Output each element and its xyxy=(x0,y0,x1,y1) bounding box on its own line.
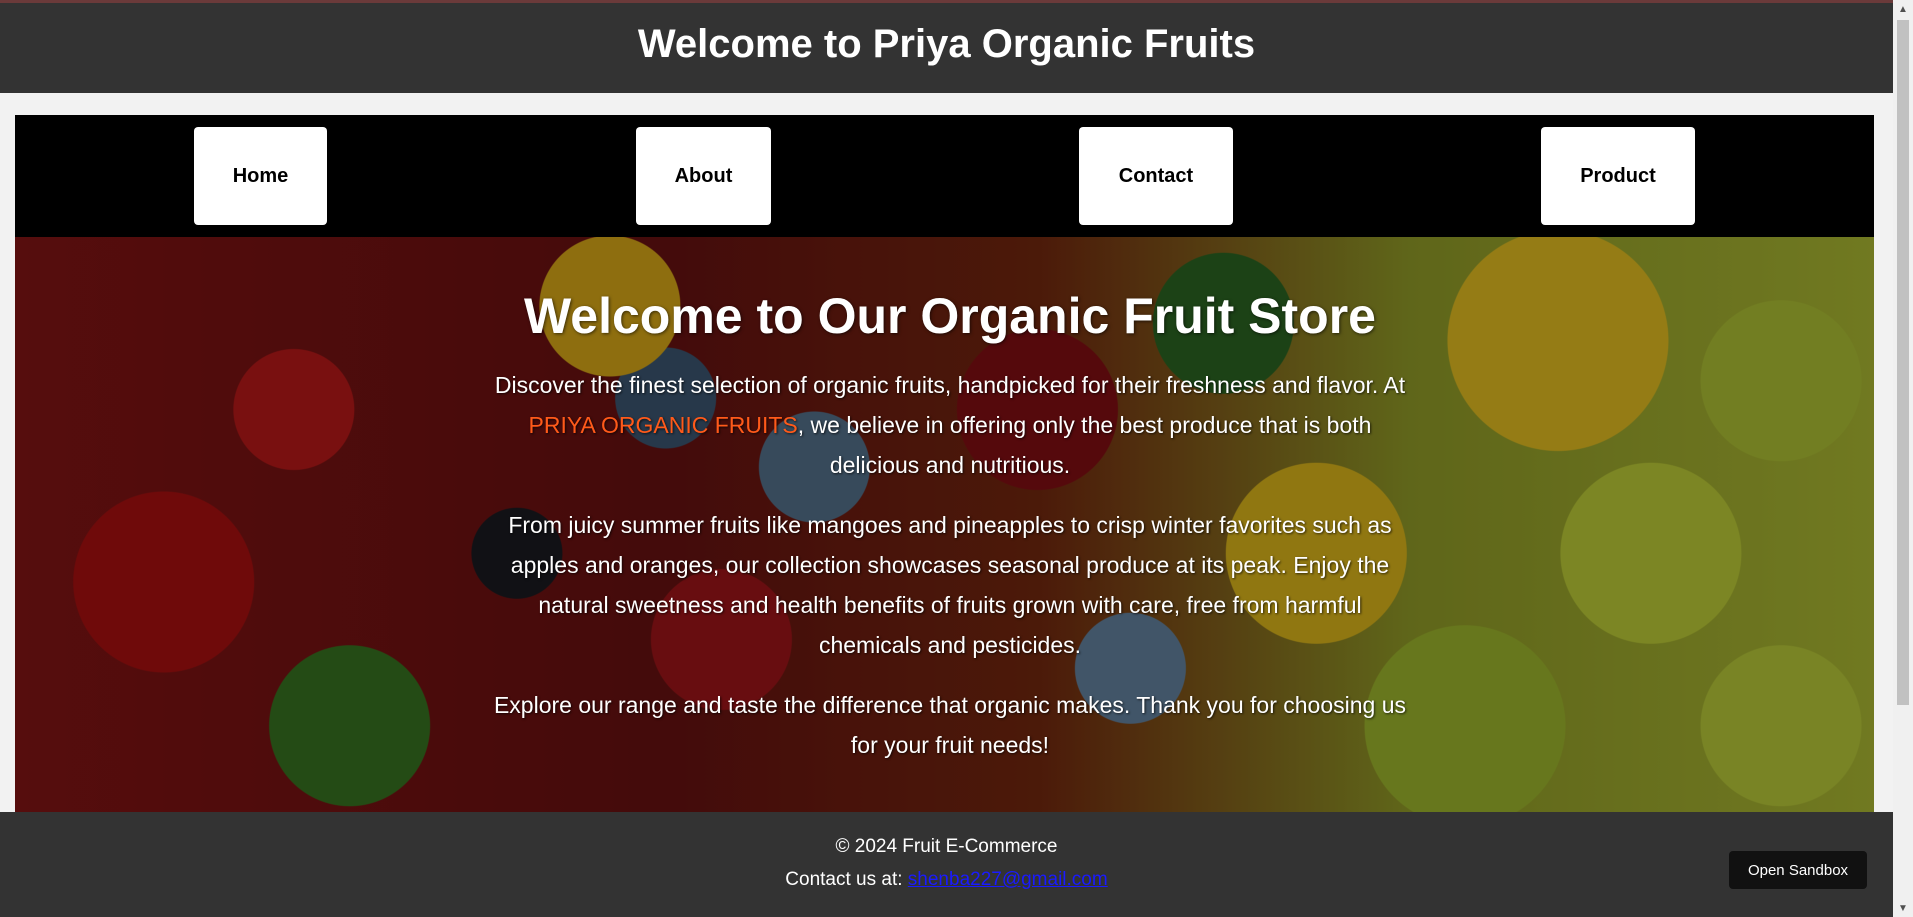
nav-product-button[interactable]: Product xyxy=(1541,127,1695,225)
footer-email-link[interactable]: shenba227@gmail.com xyxy=(908,869,1108,890)
main-container: Home About Contact Product Welcome to Ou… xyxy=(15,115,1874,812)
nav-about-button[interactable]: About xyxy=(636,127,771,225)
hero-paragraph-seasonal: From juicy summer fruits like mangoes an… xyxy=(508,512,1392,658)
site-header: Welcome to Priya Organic Fruits xyxy=(0,3,1893,93)
hero-paragraph-intro: Discover the finest selection of organic… xyxy=(490,365,1410,485)
footer-copyright: © 2024 Fruit E-Commerce xyxy=(835,836,1058,857)
site-footer: © 2024 Fruit E-Commerce Contact us at: s… xyxy=(0,812,1893,917)
scroll-down-arrow-icon[interactable]: ▼ xyxy=(1893,900,1913,917)
page-scrollbar[interactable]: ▲ ▼ xyxy=(1893,0,1913,917)
footer-contact: Contact us at: shenba227@gmail.com xyxy=(0,869,1893,891)
open-sandbox-button[interactable]: Open Sandbox xyxy=(1729,851,1867,889)
scrollbar-thumb[interactable] xyxy=(1897,20,1909,705)
intro-text-end: , we believe in offering only the best p… xyxy=(797,412,1372,478)
page-title: Welcome to Priya Organic Fruits xyxy=(637,21,1256,66)
hero-section: Welcome to Our Organic Fruit Store Disco… xyxy=(15,237,1874,812)
hero-content: Welcome to Our Organic Fruit Store Disco… xyxy=(490,237,1410,785)
brand-name-highlight: PRIYA ORGANIC FRUITS xyxy=(528,412,798,438)
footer-contact-label: Contact us at: xyxy=(785,869,908,890)
hero-heading: Welcome to Our Organic Fruit Store xyxy=(524,288,1376,344)
intro-text-start: Discover the finest selection of organic… xyxy=(494,372,1406,398)
hero-paragraph-closing: Explore our range and taste the differen… xyxy=(493,692,1407,758)
scroll-up-arrow-icon[interactable]: ▲ xyxy=(1893,0,1913,17)
main-nav: Home About Contact Product xyxy=(15,115,1874,237)
nav-contact-button[interactable]: Contact xyxy=(1079,127,1233,225)
nav-home-button[interactable]: Home xyxy=(194,127,327,225)
